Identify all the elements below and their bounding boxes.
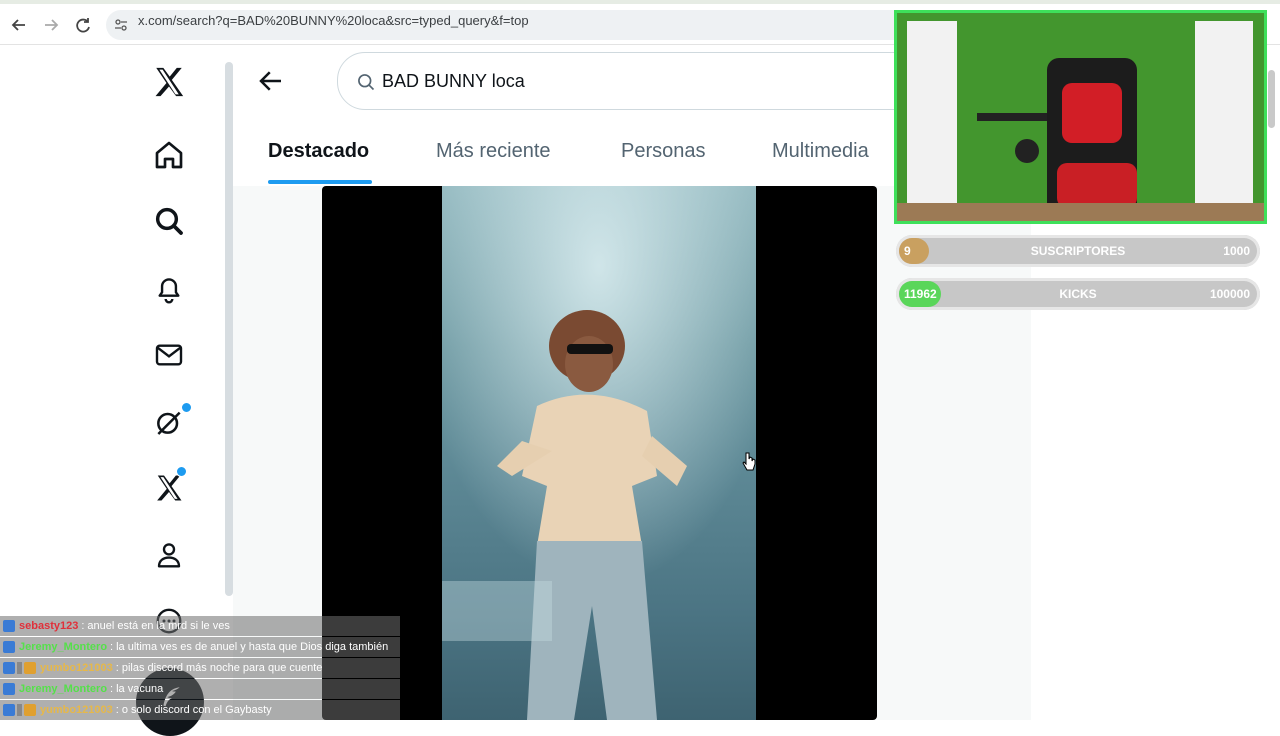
chat-text: anuel está en la mrd si le ves (87, 620, 230, 632)
chat-message: yumbo121003: o solo discord con el Gayba… (0, 700, 400, 720)
platform-badge-icon (3, 662, 15, 674)
grok-icon[interactable] (148, 401, 192, 443)
profile-icon[interactable] (148, 534, 190, 576)
platform-badge-icon (3, 683, 15, 695)
platform-badge-icon (3, 704, 15, 716)
stream-chat: sebasty123: anuel está en la mrd si le v… (0, 616, 400, 721)
back-button[interactable] (256, 66, 286, 96)
unread-dot (176, 466, 187, 477)
chat-text: pilas discord más noche para que cuente (121, 662, 323, 674)
goal-label: SUSCRIPTORES (1030, 244, 1126, 258)
video-player[interactable] (322, 186, 877, 720)
chat-username: Jeremy_Montero (19, 683, 108, 695)
search-icon (358, 74, 375, 91)
performer-image (442, 186, 756, 720)
search-input[interactable]: BAD BUNNY loca (337, 52, 939, 110)
chat-message: Jeremy_Montero: la ultima ves es de anue… (0, 637, 400, 657)
platform-badge-icon (3, 641, 15, 653)
webcam-overlay (894, 10, 1267, 224)
chat-username: Jeremy_Montero (19, 641, 108, 653)
goal-label: KICKS (1059, 287, 1097, 301)
subscribers-goal-bar: 9 SUSCRIPTORES 1000 (896, 235, 1260, 267)
mouse-cursor-icon (742, 452, 756, 471)
video-frame (442, 186, 756, 720)
explore-icon[interactable] (148, 200, 190, 242)
back-arrow-icon[interactable] (8, 14, 30, 36)
messages-icon[interactable] (148, 334, 190, 376)
tab-destacado[interactable]: Destacado (268, 140, 369, 163)
chat-text: o solo discord con el Gaybasty (121, 704, 272, 716)
sub-badge-icon (24, 662, 36, 674)
mod-badge-icon (17, 662, 22, 674)
x-logo-icon[interactable] (148, 61, 190, 103)
goal-target: 1000 (1223, 244, 1250, 258)
notifications-icon[interactable] (148, 268, 190, 310)
active-tab-indicator (268, 180, 372, 184)
goal-target: 100000 (1209, 287, 1250, 301)
mod-badge-icon (17, 704, 22, 716)
url-text: x.com/search?q=BAD%20BUNNY%20loca&src=ty… (138, 13, 529, 28)
window-scrollbar[interactable] (1268, 70, 1275, 128)
chat-username: yumbo121003 (40, 704, 113, 716)
site-settings-icon[interactable] (114, 18, 128, 32)
chat-message: sebasty123: anuel está en la mrd si le v… (0, 616, 400, 636)
reload-icon[interactable] (72, 14, 94, 36)
chat-text: la vacuna (116, 683, 164, 695)
chat-username: sebasty123 (19, 620, 79, 632)
unread-dot (181, 402, 192, 413)
chat-username: yumbo121003 (40, 662, 113, 674)
home-icon[interactable] (148, 134, 190, 176)
arrow-left-icon (259, 71, 281, 91)
tab-mas-reciente[interactable]: Más reciente (436, 140, 551, 163)
chat-message: Jeremy_Montero: la vacuna (0, 679, 400, 699)
premium-x-icon[interactable] (148, 466, 190, 509)
platform-badge-icon (3, 620, 15, 632)
webcam-image (897, 13, 1264, 221)
chat-message: yumbo121003: pilas discord más noche par… (0, 658, 400, 678)
kicks-goal-bar: 11962 KICKS 100000 (896, 278, 1260, 310)
tab-multimedia[interactable]: Multimedia (772, 140, 869, 163)
forward-arrow-icon[interactable] (40, 14, 62, 36)
sub-badge-icon (24, 704, 36, 716)
search-tabs: Destacado Más reciente Personas Multimed… (233, 128, 898, 186)
page-scrollbar[interactable] (225, 62, 233, 596)
chat-text: la ultima ves es de anuel y hasta que Di… (116, 641, 389, 653)
tab-personas[interactable]: Personas (621, 140, 706, 163)
search-query: BAD BUNNY loca (382, 71, 525, 91)
